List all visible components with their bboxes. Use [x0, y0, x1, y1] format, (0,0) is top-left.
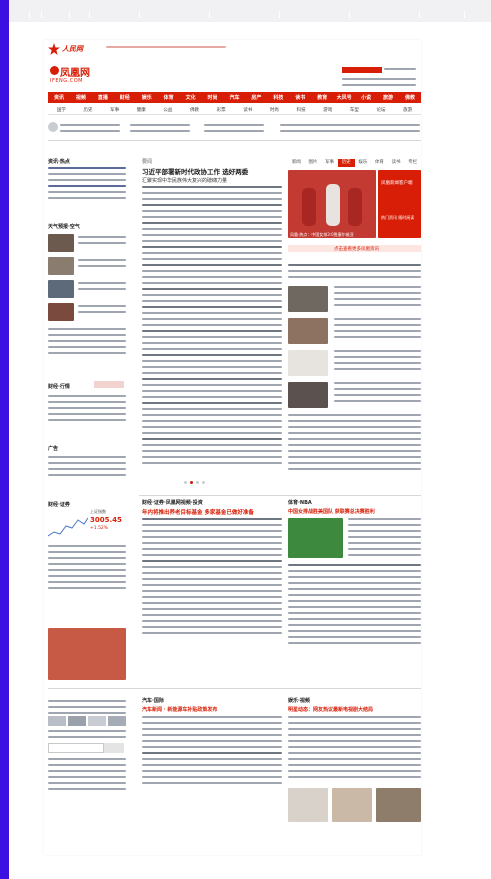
nav-item[interactable]: 佛教: [399, 94, 421, 101]
logo-text[interactable]: 凤凰网: [60, 64, 90, 79]
feature-caption: 凤凰·热点：中国女排3:0胜塞尔维亚: [290, 232, 354, 237]
nav-item[interactable]: 教育: [311, 94, 333, 101]
search-button[interactable]: [104, 743, 124, 753]
ifeng-logo-icon: [50, 66, 59, 75]
tab-books[interactable]: 读书: [388, 159, 405, 167]
primary-nav: 资讯 视频 直播 财经 娱乐 体育 文化 时尚 汽车 房产 科技 读书 教育 大…: [48, 92, 421, 103]
tab-sports[interactable]: 体育: [371, 159, 388, 167]
logo-domain: IFENG.COM: [50, 78, 83, 84]
ent-photo[interactable]: [288, 788, 328, 822]
nav-item[interactable]: 时尚: [202, 94, 224, 101]
left-news-list: [48, 167, 126, 203]
news-thumb[interactable]: [48, 280, 74, 298]
subnav-item[interactable]: 彩票: [208, 107, 235, 113]
sports-headline[interactable]: 中国女排战胜美国队 获联赛总决赛胜利: [288, 508, 375, 515]
headline-label: 要闻: [142, 159, 153, 165]
news-thumb[interactable]: [288, 350, 328, 376]
headline-title[interactable]: 习近平部署新时代政协工作 选好两委: [142, 166, 248, 176]
subnav-item[interactable]: 国学: [48, 107, 75, 113]
ent-headline[interactable]: 明星动态：网友热议最新电视剧大结局: [288, 706, 373, 713]
ent-section-title: 娱乐·视频: [288, 698, 310, 704]
sports-section-title: 体育·NBA: [288, 500, 312, 506]
tab-column[interactable]: 专栏: [404, 159, 421, 167]
top-link-row: [106, 46, 226, 52]
center-news-list: [142, 186, 282, 468]
nav-item[interactable]: 科技: [267, 94, 289, 101]
left-photo[interactable]: [48, 628, 126, 680]
auto-headline[interactable]: 汽车新闻 · 新能源车补贴政策发布: [142, 706, 217, 713]
news-thumb[interactable]: [48, 257, 74, 275]
browser-toolbar-strip: [9, 0, 491, 22]
tab-history[interactable]: 历史: [337, 159, 355, 167]
pager-dots[interactable]: [184, 481, 205, 484]
headline-subtitle[interactable]: 汇聚实现中华民族伟大复兴的磅礴力量: [142, 177, 227, 184]
subnav-item[interactable]: 旅游: [394, 107, 421, 113]
ent-photo[interactable]: [332, 788, 372, 822]
nav-item[interactable]: 文化: [180, 94, 202, 101]
tab-military[interactable]: 军事: [321, 159, 338, 167]
left-bottom-title: 财经·证券: [48, 502, 70, 508]
tab-ent[interactable]: 娱乐: [355, 159, 372, 167]
nav-item[interactable]: 房产: [245, 94, 267, 101]
sports-photo[interactable]: [288, 518, 343, 558]
nav-item[interactable]: 视频: [70, 94, 92, 101]
thumb-row: [48, 716, 126, 726]
subnav-item[interactable]: 论坛: [368, 107, 395, 113]
promo-sub: 热门资讯 随时阅读: [381, 215, 415, 220]
auto-section-title: 汽车·国际: [142, 698, 164, 704]
star-logo-icon: [48, 43, 60, 55]
news-thumb[interactable]: [288, 286, 328, 312]
subnav-item[interactable]: 时尚: [261, 107, 288, 113]
top-brand[interactable]: 人民网: [62, 44, 83, 54]
left-section-ad: 广告: [48, 446, 59, 452]
nav-item[interactable]: 体育: [158, 94, 180, 101]
stock-name: 上证指数: [90, 509, 106, 514]
left-section-weather: 天气预报·空气: [48, 224, 80, 230]
stock-value: 3005.45: [90, 516, 122, 524]
left-tag[interactable]: [94, 381, 124, 388]
nav-item[interactable]: 财经: [114, 94, 136, 101]
tab-photos[interactable]: 图片: [305, 159, 322, 167]
nav-item[interactable]: 小说: [355, 94, 377, 101]
ad-thumb[interactable]: [48, 122, 58, 132]
news-thumb[interactable]: [288, 318, 328, 344]
promo-badge: 凤凰新闻客户端: [381, 181, 413, 186]
nav-item[interactable]: 汽车: [224, 94, 246, 101]
tab-news[interactable]: 新闻: [288, 159, 305, 167]
subnav-item[interactable]: 游戏: [314, 107, 341, 113]
subnav-item[interactable]: 公益: [155, 107, 182, 113]
search-input[interactable]: [48, 743, 104, 753]
finance-headline[interactable]: 年内将推出养老目标基金 多家基金已做好准备: [142, 508, 254, 516]
finance-section-title: 财经·证券·凤凰网视频·投资: [142, 500, 203, 506]
secondary-nav: 国学 历史 军事 健康 公益 佛教 彩票 读书 时尚 科技 游戏 车型 论坛 旅…: [48, 106, 421, 115]
subnav-item[interactable]: 历史: [75, 107, 102, 113]
subnav-item[interactable]: 车型: [341, 107, 368, 113]
nav-item[interactable]: 娱乐: [136, 94, 158, 101]
webpage-canvas: 人民网 凤凰网 IFENG.COM 资讯 视频 直播 财经 娱乐 体育 文化 时…: [44, 40, 421, 855]
news-thumb[interactable]: [288, 382, 328, 408]
nav-item[interactable]: 直播: [92, 94, 114, 101]
news-thumb[interactable]: [48, 234, 74, 252]
subnav-item[interactable]: 读书: [234, 107, 261, 113]
more-link[interactable]: 点击查看更多凤凰资讯: [334, 246, 379, 252]
subnav-item[interactable]: 健康: [128, 107, 155, 113]
nav-item[interactable]: 资讯: [48, 94, 70, 101]
subnav-item[interactable]: 佛教: [181, 107, 208, 113]
stock-change: +1.52%: [90, 526, 109, 531]
right-tabs: 新闻 图片 军事 历史 娱乐 体育 读书 专栏: [288, 159, 421, 167]
window-left-edge: [0, 0, 9, 879]
left-link-list: [48, 328, 126, 358]
feature-photo[interactable]: [288, 170, 376, 238]
subnav-item[interactable]: 军事: [101, 107, 128, 113]
nav-item[interactable]: 读书: [289, 94, 311, 101]
ent-photo[interactable]: [376, 788, 421, 822]
app-download-button[interactable]: [342, 67, 382, 73]
left-section-quote: 财经·行情: [48, 384, 70, 390]
left-section-title: 资讯·热点: [48, 159, 70, 165]
nav-item[interactable]: 大风号: [333, 94, 355, 101]
nav-item[interactable]: 旅游: [377, 94, 399, 101]
subnav-item[interactable]: 科技: [288, 107, 315, 113]
news-thumb[interactable]: [48, 303, 74, 321]
